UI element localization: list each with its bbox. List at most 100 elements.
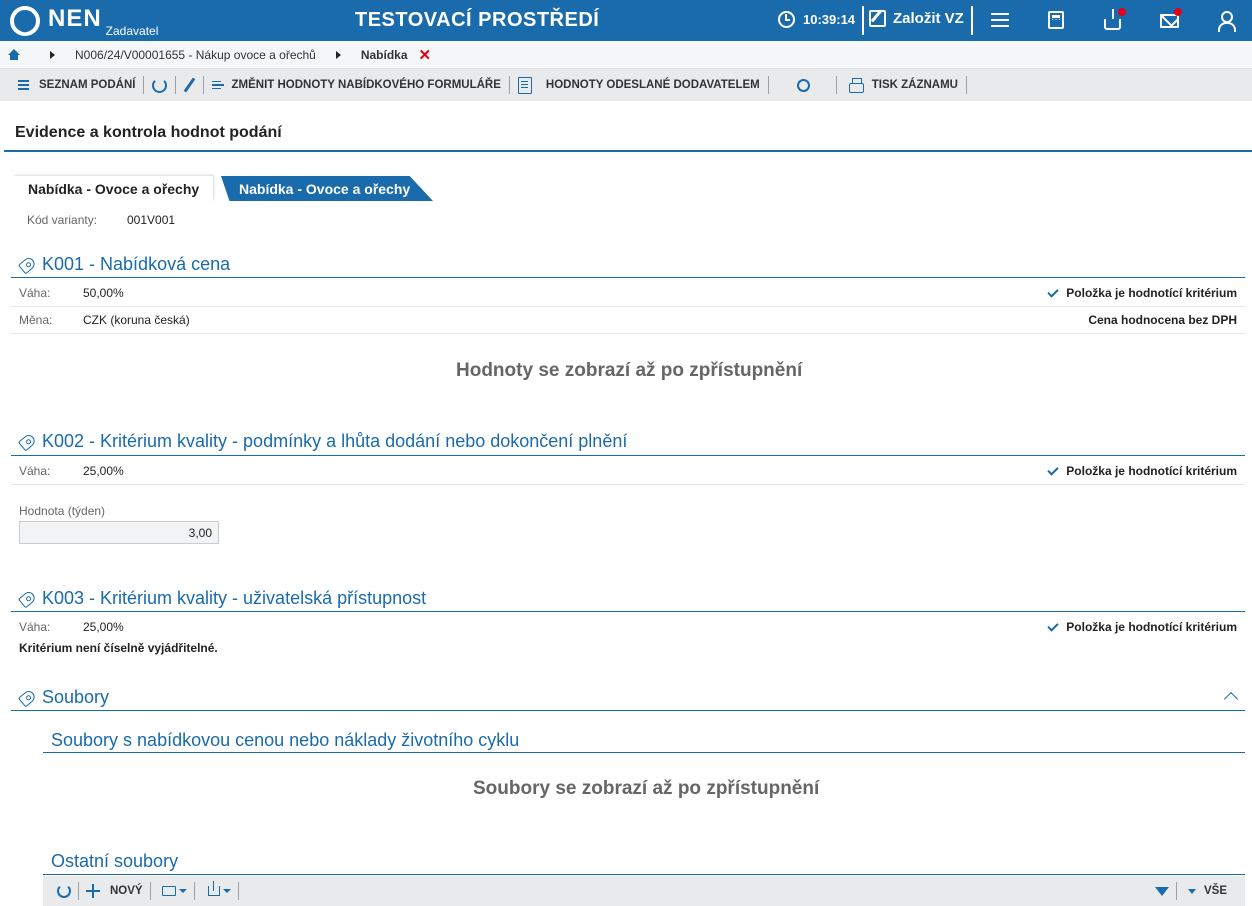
filter-icon[interactable] — [1154, 886, 1169, 896]
toolbar-divider — [193, 882, 195, 900]
app-header: NEN Zadavatel TESTOVACÍ PROSTŘEDÍ 10:39:… — [0, 0, 1252, 41]
refresh-icon — [152, 77, 168, 93]
nen-logo[interactable]: NEN Zadavatel — [10, 4, 159, 38]
k003-weight-label: Váha: — [19, 620, 51, 634]
toolbar-divider — [835, 76, 837, 94]
header-divider — [971, 6, 973, 35]
menu-icon[interactable] — [989, 9, 1011, 31]
toolbar-divider — [143, 76, 145, 94]
environment-title: TESTOVACÍ PROSTŘEDÍ — [355, 9, 600, 31]
k001-values-placeholder: Hodnoty se zobrazí až po zpřístupnění — [456, 360, 803, 381]
k001-evaluating-flag: Položka je hodnotící kritérium — [1047, 285, 1237, 300]
files-toolbar: NOVÝ VŠE — [43, 876, 1245, 906]
variant-code-label: Kód varianty: — [27, 213, 98, 227]
toolbar-divider — [149, 882, 151, 900]
k002-value-label: Hodnota (týden) — [19, 504, 106, 518]
toolbar-divider — [175, 76, 177, 94]
award-button[interactable] — [796, 69, 810, 101]
list-submissions-label: SEZNAM PODÁNÍ — [39, 79, 136, 91]
user-icon[interactable] — [1215, 9, 1237, 32]
section-divider — [11, 455, 1245, 456]
chevron-right-icon — [50, 50, 55, 59]
toolbar-divider — [237, 882, 239, 900]
price-files-title: Soubory s nabídkovou cenou nebo náklady … — [51, 730, 520, 750]
change-form-values-label: ZMĚNIT HODNOTY NABÍDKOVÉHO FORMULÁŘE — [231, 79, 501, 91]
k001-currency-value: CZK (koruna česká) — [83, 313, 190, 327]
print-icon — [848, 77, 864, 93]
tag-icon — [17, 688, 38, 707]
tab-offer-2[interactable]: Nabídka - Ovoce a ořechy — [221, 176, 433, 201]
k002-value-field[interactable]: 3,00 — [19, 521, 219, 544]
export-icon[interactable] — [207, 881, 220, 896]
k003-weight-value: 25,00% — [83, 620, 124, 634]
criterion-k001-title: K001 - Nabídková cena — [42, 254, 231, 274]
edit-button[interactable] — [184, 69, 196, 101]
sent-values-button[interactable]: HODNOTY ODESLANÉ DODAVATELEM — [517, 69, 760, 101]
tag-icon — [17, 255, 38, 274]
edit-list-icon — [212, 79, 225, 92]
pencil-icon — [184, 77, 196, 93]
evaluating-label: Položka je hodnotící kritérium — [1066, 620, 1237, 634]
list-icon — [18, 78, 29, 92]
k001-currency-label: Měna: — [19, 313, 53, 327]
plus-icon[interactable] — [86, 884, 100, 898]
edit-icon — [869, 10, 886, 27]
subsection-divider — [43, 874, 1245, 875]
print-record-label: TISK ZÁZNAMU — [871, 79, 958, 91]
row-divider — [11, 333, 1245, 334]
caret-down-icon[interactable] — [1187, 888, 1196, 894]
inbox-icon[interactable] — [1104, 9, 1121, 30]
toolbar-divider — [508, 76, 510, 94]
new-file-button[interactable]: NOVÝ — [110, 885, 143, 897]
caret-down-icon[interactable] — [222, 889, 231, 893]
close-tab-icon[interactable]: ✕ — [419, 46, 432, 64]
row-divider — [11, 484, 1245, 485]
caret-down-icon[interactable] — [178, 889, 187, 893]
subsection-divider — [43, 752, 1245, 753]
evaluating-label: Položka je hodnotící kritérium — [1066, 464, 1237, 478]
breadcrumb-item-current: Nabídka — [360, 47, 408, 62]
sent-values-label: HODNOTY ODESLANÉ DODAVATELEM — [545, 79, 760, 91]
session-clock: 10:39:14 — [778, 11, 855, 28]
toolbar-divider — [965, 76, 967, 94]
check-icon — [1047, 463, 1059, 476]
section-divider — [11, 710, 1245, 711]
home-icon[interactable] — [8, 48, 20, 61]
criterion-k003-heading: K003 - Kritérium kvality - uživatelská p… — [17, 588, 427, 609]
logo-mark-icon — [10, 6, 40, 36]
change-form-values-button[interactable]: ZMĚNIT HODNOTY NABÍDKOVÉHO FORMULÁŘE — [212, 69, 501, 101]
criterion-k002-heading: K002 - Kritérium kvality - podmínky a lh… — [17, 431, 627, 452]
filter-all-button[interactable]: VŠE — [1204, 885, 1227, 897]
inbox-notification-dot — [1118, 8, 1126, 16]
list-submissions-button[interactable]: SEZNAM PODÁNÍ — [18, 69, 135, 101]
toolbar-divider — [1175, 882, 1177, 900]
calculator-icon[interactable] — [1048, 11, 1064, 29]
variant-code-value: 001V001 — [127, 213, 176, 227]
breadcrumb-item-tender[interactable]: N006/24/V00001655 - Nákup ovoce a ořechů — [75, 48, 316, 62]
k001-price-note: Cena hodnocena bez DPH — [1088, 313, 1237, 327]
files-title: Soubory — [42, 687, 110, 707]
chevron-up-icon[interactable] — [1223, 691, 1239, 707]
criterion-k001-heading: K001 - Nabídková cena — [17, 254, 231, 275]
k001-weight-label: Váha: — [19, 286, 51, 300]
tab-offer-1[interactable]: Nabídka - Ovoce a ořechy — [14, 176, 214, 201]
refresh-icon[interactable] — [57, 884, 71, 898]
logo-subtitle: Zadavatel — [105, 24, 159, 38]
criterion-k003-title: K003 - Kritérium kvality - uživatelská p… — [42, 588, 427, 608]
action-toolbar: SEZNAM PODÁNÍ ZMĚNIT HODNOTY NABÍDKOVÉHO… — [0, 69, 1252, 101]
create-vz-label: Založit VZ — [893, 10, 964, 27]
header-divider — [862, 6, 864, 35]
k002-evaluating-flag: Položka je hodnotící kritérium — [1047, 463, 1237, 478]
print-record-button[interactable]: TISK ZÁZNAMU — [845, 69, 958, 101]
k003-note: Kritérium není číselně vyjádřitelné. — [19, 641, 218, 655]
row-divider — [11, 306, 1245, 307]
breadcrumb: N006/24/V00001655 - Nákup ovoce a ořechů… — [0, 41, 1252, 69]
files-heading[interactable]: Soubory — [17, 687, 110, 708]
logo-text: NEN — [48, 5, 102, 32]
create-vz-button[interactable]: Založit VZ — [869, 10, 964, 27]
mail-icon[interactable] — [1160, 14, 1179, 28]
refresh-button[interactable] — [152, 69, 168, 101]
toolbar-divider — [203, 76, 205, 94]
briefcase-icon[interactable] — [161, 886, 176, 896]
check-icon — [1047, 285, 1059, 298]
